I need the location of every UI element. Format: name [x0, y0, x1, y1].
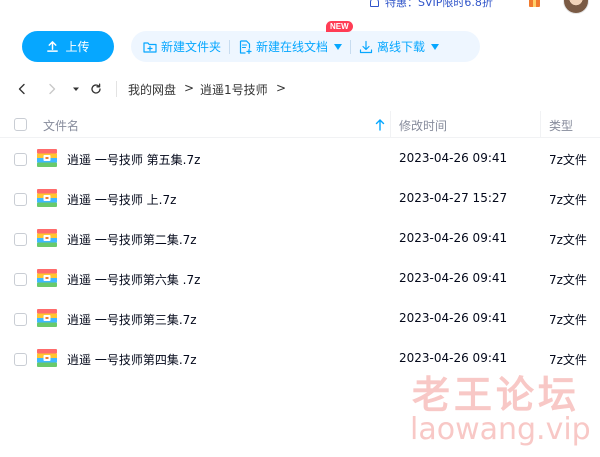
promo-text: 特惠：SVIP限时6.8折 — [385, 0, 493, 9]
column-divider[interactable] — [540, 111, 541, 138]
archive-file-icon — [37, 149, 57, 167]
watermark-en: laowang.vip — [410, 412, 591, 447]
table-row[interactable]: 逍遥 一号技师第三集.7z 2023-04-26 09:41 7z文件 — [0, 299, 600, 339]
file-name[interactable]: 逍遥 一号技师第三集.7z — [67, 311, 197, 328]
file-modified-time: 2023-04-26 09:41 — [399, 311, 508, 325]
file-type: 7z文件 — [549, 273, 587, 287]
archive-file-icon — [37, 309, 57, 327]
breadcrumb-separator: > — [276, 81, 287, 95]
column-header-type[interactable]: 类型 — [549, 117, 573, 134]
divider — [116, 81, 117, 97]
row-checkbox[interactable] — [14, 273, 27, 286]
file-modified-time: 2023-04-27 15:27 — [399, 191, 508, 205]
table-row[interactable]: 逍遥 一号技师 第五集.7z 2023-04-26 09:41 7z文件 — [0, 139, 600, 179]
file-type: 7z文件 — [549, 313, 587, 327]
file-modified-time: 2023-04-26 09:41 — [399, 151, 508, 165]
new-folder-label: 新建文件夹 — [161, 40, 222, 54]
watermark-cn: 老王论坛 — [412, 373, 581, 417]
row-checkbox[interactable] — [14, 153, 27, 166]
upload-label: 上传 — [65, 40, 90, 54]
chevron-right-icon — [49, 83, 56, 95]
history-dropdown-button[interactable] — [68, 80, 84, 98]
new-badge: NEW — [326, 21, 353, 32]
file-name[interactable]: 逍遥 一号技师第二集.7z — [67, 231, 197, 248]
row-checkbox[interactable] — [14, 313, 27, 326]
sort-ascending-icon[interactable] — [375, 118, 385, 131]
refresh-button[interactable] — [88, 80, 104, 98]
row-checkbox[interactable] — [14, 233, 27, 246]
file-name[interactable]: 逍遥 一号技师 上.7z — [67, 191, 176, 208]
column-header-name[interactable]: 文件名 — [43, 117, 79, 134]
new-online-doc-button[interactable]: 新建在线文档 — [238, 38, 343, 55]
upload-icon — [47, 41, 59, 52]
bell-icon — [370, 0, 379, 7]
archive-file-icon — [37, 349, 57, 367]
column-header-modified[interactable]: 修改时间 — [399, 117, 447, 134]
avatar[interactable] — [563, 0, 589, 14]
breadcrumb-item-root[interactable]: 我的网盘 — [128, 81, 176, 98]
action-group: 新建文件夹 新建在线文档 离线下载 NEW — [131, 21, 480, 62]
file-modified-time: 2023-04-26 09:41 — [399, 271, 508, 285]
divider — [229, 39, 231, 54]
breadcrumb-bar: 我的网盘 > 逍遥1号技师 > — [0, 78, 600, 100]
breadcrumb-item-current: 逍遥1号技师 — [200, 83, 268, 97]
caret-down-icon — [73, 87, 79, 91]
offline-download-button[interactable]: 离线下载 — [359, 38, 440, 55]
new-online-doc-label: 新建在线文档 — [256, 40, 329, 54]
archive-file-icon — [37, 269, 57, 287]
table-row[interactable]: 逍遥 一号技师 上.7z 2023-04-27 15:27 7z文件 — [0, 179, 600, 219]
select-all-checkbox[interactable] — [14, 118, 27, 131]
divider — [350, 39, 352, 54]
file-type: 7z文件 — [549, 193, 587, 207]
refresh-icon — [91, 83, 101, 94]
file-name[interactable]: 逍遥 一号技师第六集 .7z — [67, 271, 200, 288]
file-table-header: 文件名 修改时间 类型 — [0, 111, 600, 138]
archive-file-icon — [37, 189, 57, 207]
folder-plus-icon — [143, 41, 157, 53]
file-name[interactable]: 逍遥 一号技师 第五集.7z — [67, 151, 200, 168]
row-checkbox[interactable] — [14, 353, 27, 366]
gift-icon[interactable] — [529, 0, 540, 7]
row-checkbox[interactable] — [14, 193, 27, 206]
forward-button[interactable] — [44, 80, 60, 98]
archive-file-icon — [37, 229, 57, 247]
upload-button[interactable]: 上传 — [22, 31, 114, 62]
table-row[interactable]: 逍遥 一号技师第二集.7z 2023-04-26 09:41 7z文件 — [0, 219, 600, 259]
chevron-down-icon — [334, 43, 343, 50]
offline-download-label: 离线下载 — [377, 40, 426, 54]
top-strip: 特惠：SVIP限时6.8折 — [0, 0, 600, 14]
file-modified-time: 2023-04-26 09:41 — [399, 231, 508, 245]
breadcrumb-separator: > — [184, 81, 195, 95]
new-folder-button[interactable]: 新建文件夹 — [143, 38, 221, 55]
chevron-left-icon — [18, 83, 25, 95]
doc-plus-icon — [239, 39, 252, 54]
chevron-down-icon — [431, 43, 440, 50]
download-icon — [359, 40, 373, 53]
back-button[interactable] — [14, 80, 30, 98]
file-type: 7z文件 — [549, 233, 587, 247]
file-name[interactable]: 逍遥 一号技师第四集.7z — [67, 351, 197, 368]
file-type: 7z文件 — [549, 153, 587, 167]
table-row[interactable]: 逍遥 一号技师第六集 .7z 2023-04-26 09:41 7z文件 — [0, 259, 600, 299]
column-divider[interactable] — [390, 111, 391, 138]
svip-promo-link[interactable]: 特惠：SVIP限时6.8折 — [370, 0, 493, 10]
file-modified-time: 2023-04-26 09:41 — [399, 351, 508, 365]
